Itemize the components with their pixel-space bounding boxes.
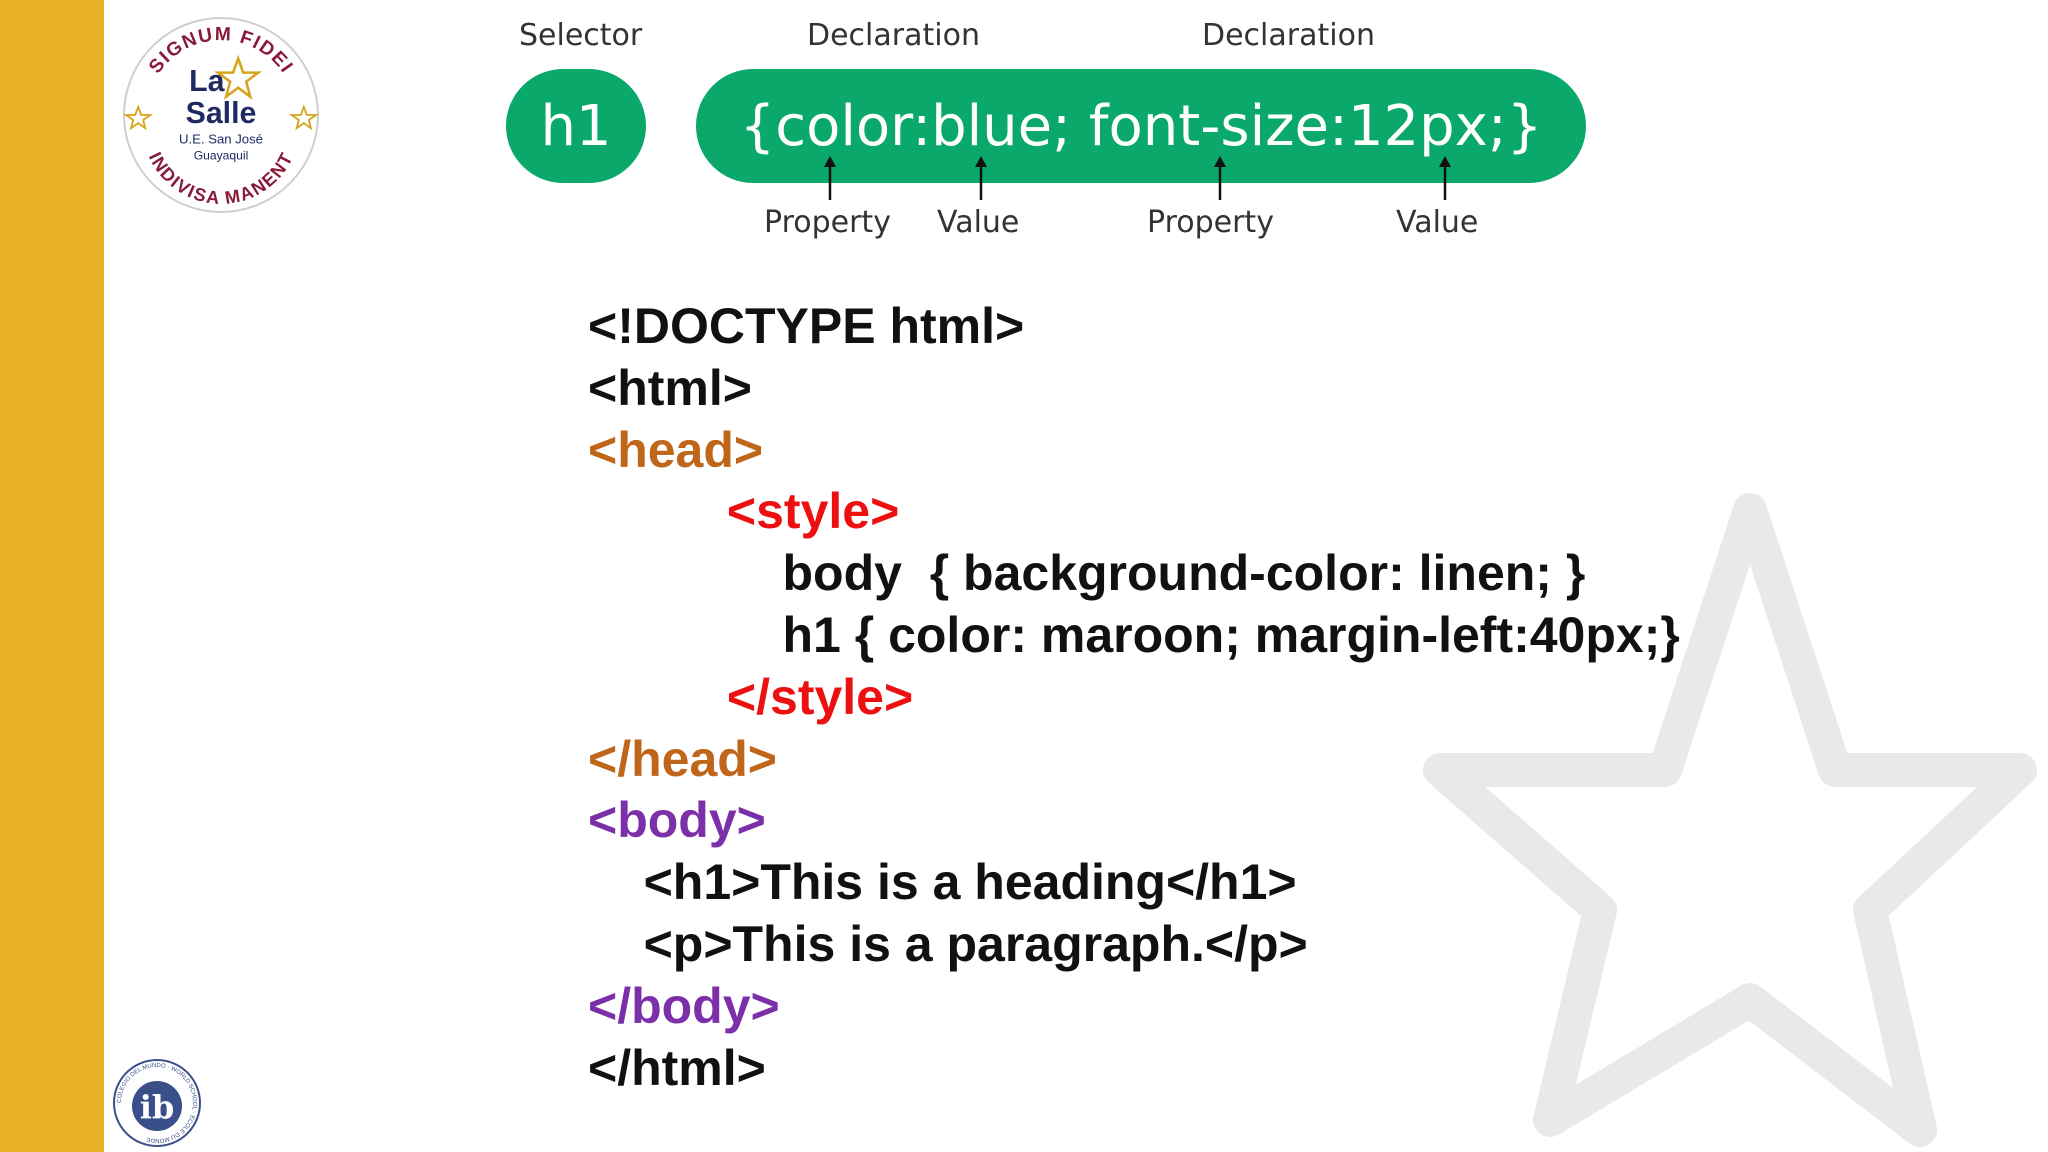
arrow-up-icon — [975, 156, 987, 200]
code-line: </head> — [588, 730, 777, 787]
arrow-up-icon — [1214, 156, 1226, 200]
la-salle-logo: SIGNUM FIDEI INDIVISA MANENT La Salle U.… — [123, 17, 319, 213]
selector-pill: h1 — [506, 69, 646, 183]
code-line: <h1>This is a heading</h1> — [643, 854, 1297, 911]
code-line: </style> — [726, 668, 914, 725]
logo-line4: Guayaquil — [194, 148, 249, 162]
code-line: </body> — [588, 977, 780, 1034]
code-line: <body> — [588, 792, 766, 849]
code-line: h1 { color: maroon; margin-left:40px;} — [782, 606, 1680, 663]
code-line: <!DOCTYPE html> — [588, 298, 1025, 354]
ib-world-school-logo: COLEGIO DEL MUNDO · WORLD SCHOOL · ÉCOLE… — [113, 1059, 201, 1147]
code-line: <p>This is a paragraph.</p> — [643, 915, 1308, 972]
declaration-label-1: Declaration — [807, 18, 980, 53]
ib-letters: ib — [140, 1088, 175, 1126]
arrow-up-icon — [1439, 156, 1451, 200]
selector-label: Selector — [519, 18, 643, 53]
value-label-2: Value — [1396, 205, 1479, 240]
code-listing: <!DOCTYPE html> <html> <head> <style> bo… — [588, 296, 1680, 1099]
property-label-1: Property — [764, 205, 891, 240]
arrow-up-icon — [824, 156, 836, 200]
value-label-1: Value — [937, 205, 1020, 240]
logo-line2: Salle — [186, 97, 257, 130]
sidebar-band — [0, 0, 104, 1152]
logo-line1: La — [189, 65, 226, 98]
code-line: body { background-color: linen; } — [782, 545, 1586, 602]
code-line: <head> — [588, 421, 764, 478]
code-line: <html> — [588, 359, 752, 416]
logo-line3: U.E. San José — [179, 131, 263, 146]
property-label-2: Property — [1147, 205, 1274, 240]
code-line: <style> — [726, 483, 900, 540]
code-line: </html> — [588, 1039, 766, 1096]
declaration-label-2: Declaration — [1202, 18, 1375, 53]
